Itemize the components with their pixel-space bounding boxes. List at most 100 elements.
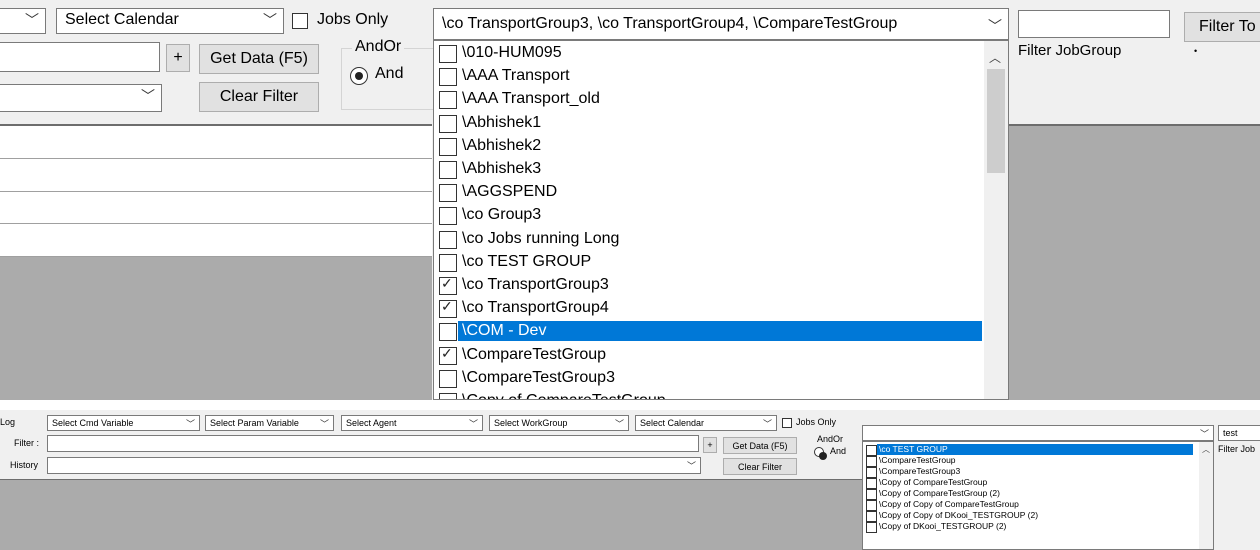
log-label: Log: [0, 417, 16, 427]
list-item-checkbox[interactable]: [439, 393, 457, 399]
jobgroup-list-item[interactable]: \Copy of Copy of DKooi_TESTGROUP (2): [863, 510, 1199, 522]
jobgroup-list-item[interactable]: \co TEST GROUP: [434, 250, 982, 273]
list-item-checkbox[interactable]: [439, 45, 457, 63]
get-data-button[interactable]: Get Data (F5): [723, 437, 797, 454]
param-variable-select[interactable]: Select Param Variable ﹀: [205, 415, 334, 431]
history-select[interactable]: ﹀: [47, 457, 701, 474]
jobgroup-list-item[interactable]: \AGGSPEND: [434, 180, 982, 203]
chevron-down-icon: ﹀: [319, 419, 329, 429]
chevron-down-icon: ﹀: [686, 461, 696, 471]
calendar-select[interactable]: Select Calendar ﹀: [635, 415, 777, 431]
chevron-down-icon: ﹀: [185, 419, 195, 429]
agent-select[interactable]: Select Agent ﹀: [341, 415, 483, 431]
list-item-label: \co Jobs running Long: [462, 229, 620, 247]
scrollbar-thumb[interactable]: [987, 69, 1005, 173]
filter-input[interactable]: [0, 42, 160, 72]
list-item-checkbox[interactable]: [439, 161, 457, 179]
clear-filter-button[interactable]: Clear Filter: [723, 458, 797, 475]
cmd-variable-select[interactable]: Select Cmd Variable ﹀: [47, 415, 200, 431]
plus-button[interactable]: +: [703, 437, 717, 453]
chevron-down-icon: ﹀: [988, 18, 1002, 34]
jobgroup-list-item[interactable]: \CompareTestGroup3: [863, 466, 1199, 478]
jobgroup-list-item[interactable]: \co Jobs running Long: [434, 227, 982, 250]
jobgroup-list-item[interactable]: \Copy of DKooi_TESTGROUP (2): [863, 521, 1199, 533]
jobgroup-list-item[interactable]: \COM - Dev: [434, 319, 982, 342]
jobgroup-search-value: test: [1223, 428, 1238, 438]
history-select[interactable]: ﹀: [0, 84, 162, 112]
list-item-checkbox[interactable]: [439, 253, 457, 272]
andor-label: AndOr: [817, 434, 844, 444]
filter-to-button[interactable]: Filter To: [1184, 12, 1260, 42]
jobgroup-list-item[interactable]: \CompareTestGroup: [863, 455, 1199, 467]
clear-filter-button[interactable]: Clear Filter: [199, 82, 319, 112]
jobgroup-list-item[interactable]: \Abhishek3: [434, 157, 982, 180]
jobgroup-dropdown-list[interactable]: \010-HUM095 \AAA Transport \AAA Transport_…: [433, 40, 1009, 400]
jobgroup-list-item[interactable]: \Copy of CompareTestGroup (2): [863, 488, 1199, 500]
jobgroup-list-item[interactable]: \Copy of CompareTestGroup: [434, 389, 982, 399]
jobgroup-list-item[interactable]: \CompareTestGroup: [434, 343, 982, 366]
list-item-label: \010-HUM095: [462, 44, 562, 61]
list-item-label: \Copy of Copy of DKooi_TESTGROUP (2): [879, 510, 1039, 520]
jobgroup-search-input[interactable]: test: [1218, 425, 1260, 441]
jobs-only-label: Jobs Only: [317, 11, 389, 28]
jobgroup-list-item[interactable]: \Copy of Copy of CompareTestGroup: [863, 499, 1199, 511]
chevron-down-icon: ﹀: [1199, 429, 1209, 439]
scrollbar[interactable]: ︿: [984, 41, 1008, 399]
list-item-checkbox[interactable]: [439, 137, 457, 156]
jobgroup-select-value: \co TransportGroup3, \co TransportGroup4…: [442, 15, 898, 32]
calendar-select[interactable]: Select Calendar ﹀: [56, 8, 284, 34]
jobgroup-list-item[interactable]: \co TEST GROUP: [863, 444, 1199, 456]
list-item-label: \Copy of CompareTestGroup: [879, 477, 988, 487]
list-item-checkbox[interactable]: [439, 68, 457, 87]
filter-jobgroup-label: Filter JobGroup: [1018, 42, 1122, 59]
jobgroup-list-item[interactable]: \AAA Transport: [434, 64, 982, 87]
history-label: History: [10, 460, 39, 470]
list-item-label: \Copy of Copy of CompareTestGroup: [879, 499, 1019, 509]
jobs-only-label: Jobs Only: [796, 417, 837, 427]
scroll-up-icon[interactable]: ︿: [1202, 444, 1210, 455]
list-item-label: \Abhishek2: [462, 136, 542, 154]
jobgroup-list-item[interactable]: \co TransportGroup3: [434, 273, 982, 296]
and-radio[interactable]: [350, 67, 368, 85]
list-item-checkbox[interactable]: [439, 114, 457, 133]
jobgroup-search-input[interactable]: [1018, 10, 1170, 38]
grid-row-line: [0, 191, 432, 192]
and-label: And: [830, 446, 847, 456]
list-item-checkbox[interactable]: [439, 91, 457, 110]
jobs-only-checkbox[interactable]: [292, 13, 308, 29]
list-item-checkbox[interactable]: [439, 345, 457, 365]
filter-input[interactable]: [47, 435, 699, 452]
jobgroup-list-item[interactable]: \AAA Transport_old: [434, 87, 982, 110]
jobgroup-list-item[interactable]: \CompareTestGroup3: [434, 366, 982, 389]
list-item-checkbox[interactable]: [439, 369, 457, 388]
jobs-only-checkbox[interactable]: [782, 418, 792, 428]
list-item-checkbox[interactable]: [439, 184, 457, 203]
list-item-checkbox[interactable]: [439, 230, 457, 249]
param-variable-value: Select Param Variable: [210, 418, 299, 428]
jobgroup-list-item[interactable]: \Copy of CompareTestGroup: [863, 477, 1199, 489]
workgroup-select[interactable]: Select WorkGroup ﹀: [489, 415, 629, 431]
scrollbar[interactable]: ︿: [1199, 442, 1213, 549]
list-item-label: \Copy of DKooi_TESTGROUP (2): [879, 521, 1007, 531]
list-item-label: \COM - Dev: [458, 321, 982, 342]
jobgroup-list-item[interactable]: \010-HUM095: [434, 41, 982, 64]
jobgroup-select[interactable]: ﹀: [862, 425, 1214, 441]
list-item-checkbox[interactable]: [866, 522, 877, 533]
list-item-checkbox[interactable]: [439, 207, 457, 226]
jobgroup-list-item[interactable]: \Abhishek2: [434, 134, 982, 157]
list-item-checkbox[interactable]: [439, 275, 457, 295]
plus-button[interactable]: +: [166, 44, 190, 72]
grid-row-line: [0, 158, 432, 159]
chevron-down-icon: ﹀: [614, 419, 624, 429]
jobgroup-dropdown-list[interactable]: \co TEST GROUP \CompareTestGroup \CompareT…: [862, 441, 1214, 550]
partial-select[interactable]: ﹀: [0, 8, 46, 34]
get-data-button[interactable]: Get Data (F5): [199, 44, 319, 74]
jobgroup-list-item[interactable]: \Abhishek1: [434, 111, 982, 134]
list-item-checkbox[interactable]: [439, 323, 457, 342]
jobgroup-select[interactable]: \co TransportGroup3, \co TransportGroup4…: [433, 8, 1009, 40]
scroll-up-icon[interactable]: ︿: [989, 49, 1001, 66]
and-radio[interactable]: [814, 447, 827, 460]
jobgroup-list-item[interactable]: \co Group3: [434, 203, 982, 226]
jobgroup-list-item[interactable]: \co TransportGroup4: [434, 296, 982, 319]
list-item-checkbox[interactable]: [439, 298, 457, 319]
